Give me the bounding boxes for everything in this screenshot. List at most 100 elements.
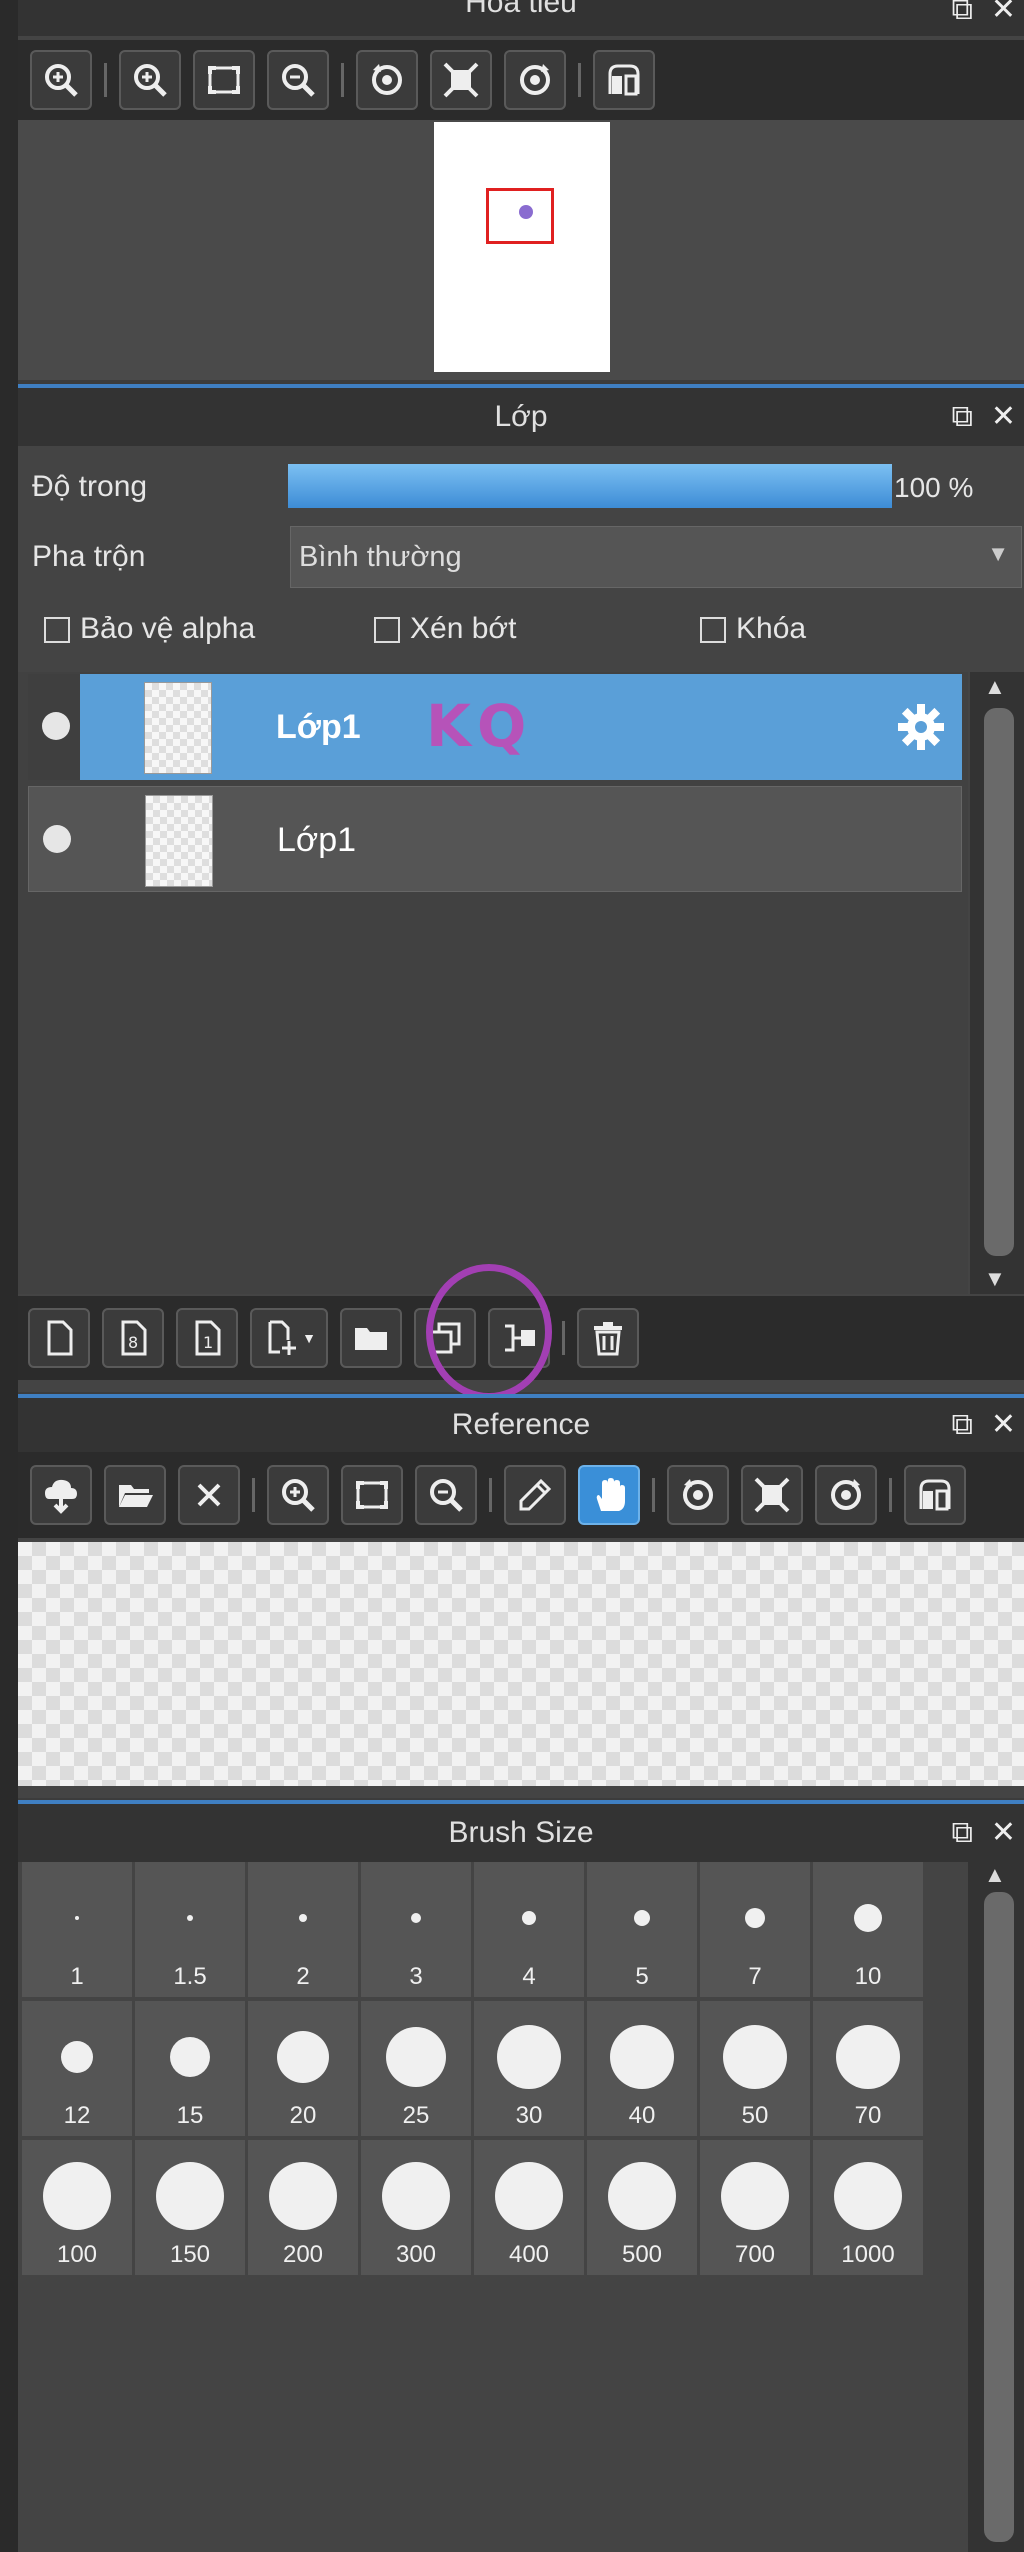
brush-size-cell[interactable]: 1 xyxy=(22,1862,132,1997)
brush-size-preview-dot xyxy=(277,2031,329,2083)
scroll-up-icon[interactable]: ▲ xyxy=(984,674,1006,700)
zoom-in-button[interactable] xyxy=(119,50,181,110)
eyedropper-button[interactable] xyxy=(504,1465,566,1525)
brush-size-cell[interactable]: 50 xyxy=(700,2001,810,2136)
navigator-canvas-preview[interactable] xyxy=(434,122,610,372)
fit-screen-button[interactable] xyxy=(341,1465,403,1525)
undock-icon[interactable]: ⧉ xyxy=(951,1818,972,1848)
lock-checkbox[interactable]: Khóa xyxy=(700,612,806,646)
reset-view-icon xyxy=(754,1477,790,1513)
opacity-slider[interactable] xyxy=(288,464,892,508)
hand-tool-button[interactable] xyxy=(578,1465,640,1525)
flip-button[interactable] xyxy=(593,50,655,110)
layer-row-selected[interactable]: Lớp1 KQ xyxy=(28,674,962,780)
brush-size-preview-dot xyxy=(75,1916,79,1920)
delete-layer-button[interactable] xyxy=(577,1308,639,1368)
brush-size-label: 300 xyxy=(395,2241,437,2268)
brush-size-cell[interactable]: 1.5 xyxy=(135,1862,245,1997)
opacity-label: Độ trong xyxy=(32,470,148,503)
close-icon[interactable]: ✕ xyxy=(991,0,1016,25)
blend-mode-select[interactable]: Bình thường ▼ xyxy=(290,526,1022,588)
brush-size-cell[interactable]: 70 xyxy=(813,2001,923,2136)
zoom-in-button[interactable] xyxy=(267,1465,329,1525)
scrollbar-thumb[interactable] xyxy=(984,708,1014,1256)
undock-icon[interactable]: ⧉ xyxy=(951,0,972,25)
brush-size-cell[interactable]: 2 xyxy=(248,1862,358,1997)
brush-size-cell[interactable]: 3 xyxy=(361,1862,471,1997)
8bit-layer-icon: 8 xyxy=(121,1320,147,1356)
brush-size-cell[interactable]: 15 xyxy=(135,2001,245,2136)
brush-size-title: Brush Size xyxy=(448,1816,594,1849)
visibility-toggle[interactable] xyxy=(43,825,71,853)
scroll-up-icon[interactable]: ▲ xyxy=(984,1862,1006,1888)
brush-size-cell[interactable]: 5 xyxy=(587,1862,697,1997)
rotate-right-button[interactable] xyxy=(504,50,566,110)
new-folder-button[interactable] xyxy=(340,1308,402,1368)
rotate-left-button[interactable] xyxy=(356,50,418,110)
brush-size-cell[interactable]: 300 xyxy=(361,2140,471,2275)
brush-size-preview-dot xyxy=(299,1914,307,1922)
brush-size-preview-dot xyxy=(634,1910,650,1926)
brush-size-cell[interactable]: 1000 xyxy=(813,2140,923,2275)
zoom-out-button[interactable] xyxy=(415,1465,477,1525)
close-icon[interactable]: ✕ xyxy=(991,1410,1016,1440)
reference-toolbar xyxy=(18,1452,1024,1538)
brush-size-cell[interactable]: 25 xyxy=(361,2001,471,2136)
brush-size-preview-dot xyxy=(836,2025,900,2089)
brush-size-cell[interactable]: 10 xyxy=(813,1862,923,1997)
brush-size-cell[interactable]: 150 xyxy=(135,2140,245,2275)
brush-size-cell[interactable]: 20 xyxy=(248,2001,358,2136)
brush-size-scrollbar[interactable]: ▲ xyxy=(968,1860,1024,2552)
protect-alpha-checkbox[interactable]: Bảo vệ alpha xyxy=(44,612,255,646)
close-icon[interactable]: ✕ xyxy=(991,1818,1016,1848)
brush-size-label: 5 xyxy=(635,1963,649,1990)
brush-size-cell[interactable]: 100 xyxy=(22,2140,132,2275)
rotate-right-button[interactable] xyxy=(815,1465,877,1525)
close-icon[interactable]: ✕ xyxy=(991,402,1016,432)
eyedropper-icon xyxy=(519,1478,552,1511)
brush-size-cell[interactable]: 4 xyxy=(474,1862,584,1997)
layer-scrollbar[interactable]: ▲ ▼ xyxy=(970,672,1024,1294)
brush-size-label: 150 xyxy=(169,2241,211,2268)
reference-titlebar: Reference ⧉ ✕ xyxy=(18,1394,1024,1452)
cloud-download-button[interactable] xyxy=(30,1465,92,1525)
blend-mode-label: Pha trộn xyxy=(32,540,146,573)
brush-size-label: 100 xyxy=(56,2241,98,2268)
add-layer-menu-button[interactable]: ▼ xyxy=(250,1308,328,1368)
brush-size-cell[interactable]: 400 xyxy=(474,2140,584,2275)
brush-size-cell[interactable]: 40 xyxy=(587,2001,697,2136)
zoom-fit-button[interactable] xyxy=(30,50,92,110)
new-1bit-layer-button[interactable]: 1 xyxy=(176,1308,238,1368)
brush-size-cell[interactable]: 700 xyxy=(700,2140,810,2275)
scrollbar-thumb[interactable] xyxy=(984,1892,1014,2542)
layer-thumbnail xyxy=(145,795,213,887)
zoom-out-button[interactable] xyxy=(267,50,329,110)
navigator-viewport-rect[interactable] xyxy=(486,188,554,244)
brush-size-cell[interactable]: 7 xyxy=(700,1862,810,1997)
brush-size-cell[interactable]: 30 xyxy=(474,2001,584,2136)
undock-icon[interactable]: ⧉ xyxy=(951,402,972,432)
reset-view-button[interactable] xyxy=(430,50,492,110)
svg-text:1: 1 xyxy=(203,1333,213,1352)
flip-button[interactable] xyxy=(904,1465,966,1525)
visibility-toggle[interactable] xyxy=(42,712,70,740)
brush-size-grid: 1 1.5 2 3 4 5 7 10 12 15 20 25 30 40 50 70 100 150 200 300 4… xyxy=(18,1862,938,2282)
brush-size-label: 25 xyxy=(402,2102,430,2129)
new-layer-button[interactable] xyxy=(28,1308,90,1368)
close-reference-button[interactable] xyxy=(178,1465,240,1525)
brush-size-cell[interactable]: 200 xyxy=(248,2140,358,2275)
new-8bit-layer-button[interactable]: 8 xyxy=(102,1308,164,1368)
gear-icon[interactable] xyxy=(896,702,946,752)
reference-canvas[interactable] xyxy=(18,1542,1024,1786)
brush-size-cell[interactable]: 12 xyxy=(22,2001,132,2136)
reset-view-button[interactable] xyxy=(741,1465,803,1525)
rotate-left-button[interactable] xyxy=(667,1465,729,1525)
layer-row[interactable]: Lớp1 xyxy=(28,786,962,892)
fit-screen-button[interactable] xyxy=(193,50,255,110)
open-file-button[interactable] xyxy=(104,1465,166,1525)
undock-icon[interactable]: ⧉ xyxy=(951,1410,972,1440)
brush-size-cell[interactable]: 500 xyxy=(587,2140,697,2275)
layer-titlebar: Lớp ⧉ ✕ xyxy=(18,384,1024,446)
scroll-down-icon[interactable]: ▼ xyxy=(984,1266,1006,1292)
clipping-checkbox[interactable]: Xén bớt xyxy=(374,612,516,646)
